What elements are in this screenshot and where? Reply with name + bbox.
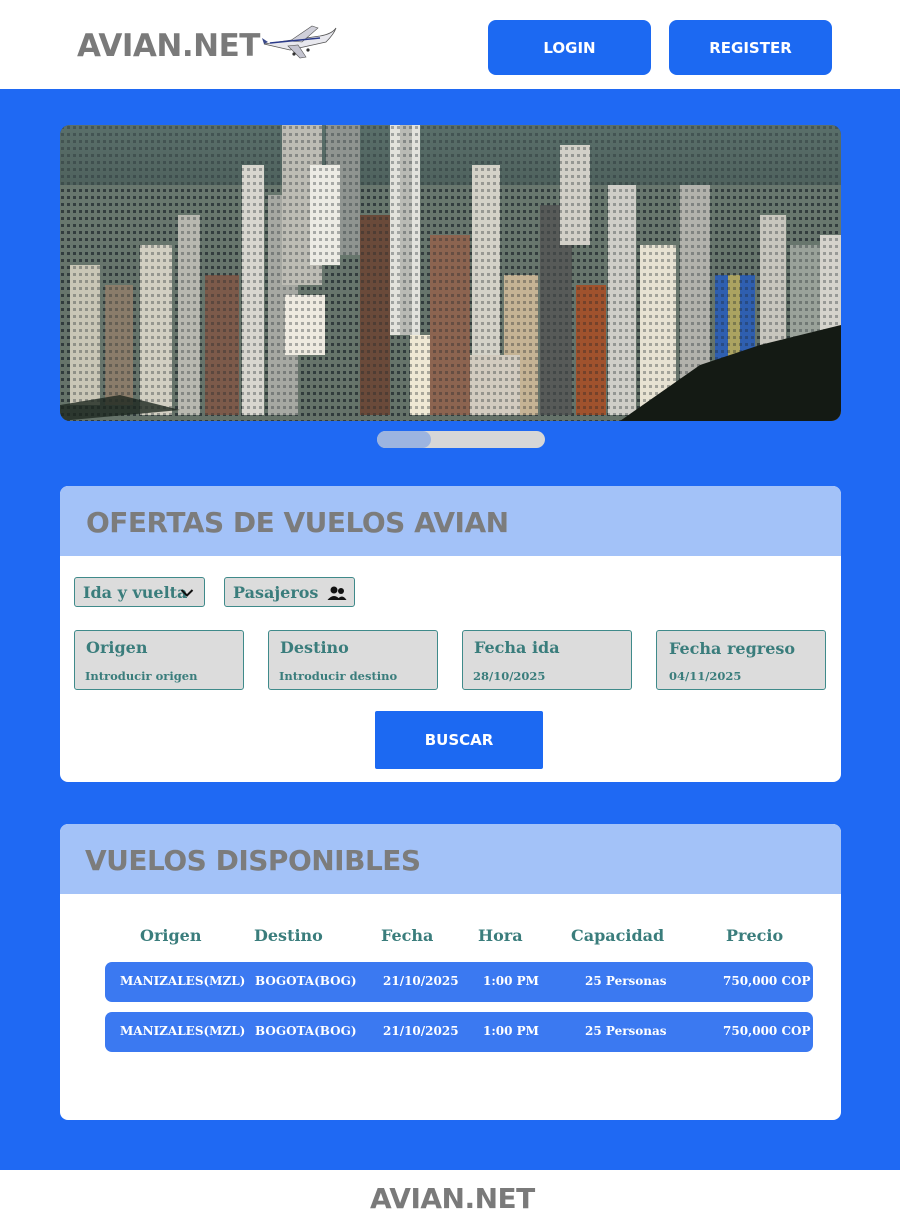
return-date-field[interactable]: Fecha regreso (656, 630, 826, 690)
chevron-down-icon (180, 589, 194, 597)
page-footer: AVIAN.NET (0, 1170, 900, 1223)
flight-row[interactable]: MANIZALES(MZL) BOGOTA(BOG) 21/10/2025 1:… (105, 962, 813, 1002)
airplane-icon (262, 25, 337, 59)
flight-capacity: 25 Personas (585, 974, 667, 988)
passengers-label: Pasajeros (233, 582, 319, 602)
origin-input[interactable] (85, 667, 235, 685)
flight-origin: MANIZALES(MZL) (120, 974, 246, 988)
column-header-destination: Destino (254, 926, 323, 945)
flight-date: 21/10/2025 (383, 1024, 459, 1038)
flight-destination: BOGOTA(BOG) (255, 1024, 357, 1038)
column-header-capacity: Capacidad (571, 926, 665, 945)
flight-time: 1:00 PM (483, 974, 539, 988)
column-header-date: Fecha (381, 926, 434, 945)
register-button[interactable]: REGISTER (669, 20, 832, 75)
return-date-input[interactable] (669, 667, 819, 685)
flight-time: 1:00 PM (483, 1024, 539, 1038)
flight-row[interactable]: MANIZALES(MZL) BOGOTA(BOG) 21/10/2025 1:… (105, 1012, 813, 1052)
flight-origin: MANIZALES(MZL) (120, 1024, 246, 1038)
main-content: OFERTAS DE VUELOS AVIAN Ida y vuelta Pas… (0, 89, 900, 1170)
available-flights-card: VUELOS DISPONIBLES Origen Destino Fecha … (60, 824, 841, 1120)
footer-logo[interactable]: AVIAN.NET (370, 1182, 535, 1215)
flight-offers-card: OFERTAS DE VUELOS AVIAN Ida y vuelta Pas… (60, 486, 841, 782)
origin-field[interactable]: Origen (74, 630, 244, 690)
search-button[interactable]: BUSCAR (375, 711, 543, 769)
flight-destination: BOGOTA(BOG) (255, 974, 357, 988)
users-icon (327, 586, 347, 600)
carousel-scroll-thumb[interactable] (377, 431, 431, 448)
destination-label: Destino (280, 638, 349, 657)
flight-date: 21/10/2025 (383, 974, 459, 988)
flight-price: 750,000 COP (723, 1024, 811, 1038)
return-date-label: Fecha regreso (669, 639, 796, 658)
column-header-price: Precio (726, 926, 784, 945)
trip-type-select[interactable]: Ida y vuelta (74, 577, 205, 607)
city-skyline-image (60, 125, 841, 421)
destination-field[interactable]: Destino (268, 630, 438, 690)
site-logo[interactable]: AVIAN.NET (77, 28, 260, 64)
flights-card-header: VUELOS DISPONIBLES (60, 824, 841, 894)
destination-input[interactable] (279, 667, 429, 685)
hero-carousel-image[interactable] (60, 125, 841, 421)
carousel-scrollbar[interactable] (377, 431, 545, 448)
passengers-select[interactable]: Pasajeros (224, 577, 355, 607)
flights-title: VUELOS DISPONIBLES (85, 844, 421, 877)
origin-label: Origen (86, 638, 148, 657)
departure-date-label: Fecha ida (474, 638, 560, 657)
column-header-time: Hora (478, 926, 523, 945)
flight-price: 750,000 COP (723, 974, 811, 988)
column-header-origin: Origen (140, 926, 202, 945)
offers-card-header: OFERTAS DE VUELOS AVIAN (60, 486, 841, 556)
flight-capacity: 25 Personas (585, 1024, 667, 1038)
top-header: AVIAN.NET LOGIN REGISTER (0, 0, 900, 89)
offers-title: OFERTAS DE VUELOS AVIAN (86, 506, 509, 539)
trip-type-value: Ida y vuelta (83, 582, 188, 602)
login-button[interactable]: LOGIN (488, 20, 651, 75)
departure-date-input[interactable] (473, 667, 623, 685)
departure-date-field[interactable]: Fecha ida (462, 630, 632, 690)
